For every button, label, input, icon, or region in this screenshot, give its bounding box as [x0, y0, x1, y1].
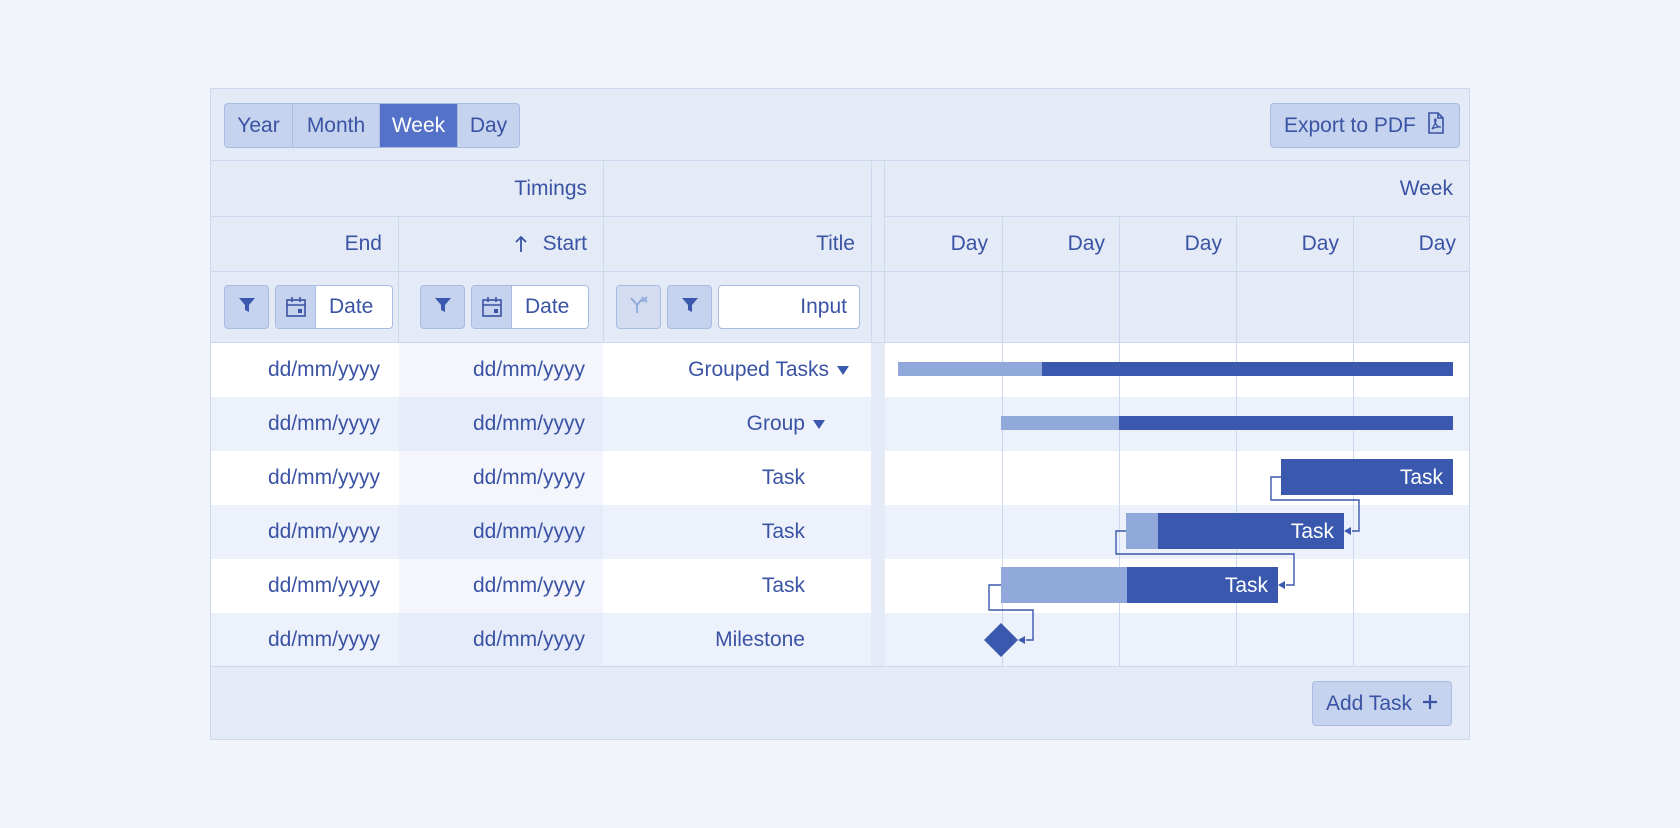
start-filter-button[interactable] — [420, 285, 465, 329]
start-date-cell[interactable]: dd/mm/yyyy — [398, 559, 603, 613]
splitter-segment — [871, 613, 885, 667]
splitter-segment — [871, 343, 885, 397]
day-header: Day — [1418, 231, 1456, 255]
summary-bar[interactable] — [1042, 362, 1453, 376]
start-date-filter[interactable]: Date — [471, 285, 589, 329]
filter-icon — [681, 296, 699, 319]
caret-down-icon[interactable] — [813, 419, 825, 429]
calendar-icon[interactable] — [472, 286, 512, 328]
day-header: Day — [1301, 231, 1339, 255]
task-bar-label: Task — [1291, 520, 1335, 543]
splitter-segment — [871, 559, 885, 613]
task-bar-label: Task — [1400, 466, 1444, 489]
start-column-label: Start — [542, 231, 587, 255]
milestone-marker[interactable] — [984, 623, 1018, 657]
start-date-cell[interactable]: dd/mm/yyyy — [398, 505, 603, 559]
export-pdf-label: Export to PDF — [1284, 113, 1416, 137]
link-arrow — [1018, 636, 1025, 644]
view-mode-switcher: Year Month Week Day — [224, 103, 520, 148]
title-text: Group — [746, 412, 805, 435]
title-filter-input[interactable]: Input — [718, 285, 860, 329]
end-date-cell[interactable]: dd/mm/yyyy — [211, 451, 398, 505]
start-date-placeholder: Date — [525, 295, 570, 318]
end-date-cell[interactable]: dd/mm/yyyy — [211, 613, 398, 667]
view-day-button[interactable]: Day — [458, 104, 519, 147]
task-bar-progress[interactable] — [1001, 567, 1127, 603]
view-week-button[interactable]: Week — [380, 104, 458, 147]
link-arrow — [1278, 581, 1285, 589]
title-text: Task — [761, 466, 805, 489]
title-cell[interactable]: Milestone — [603, 613, 871, 667]
toolbar: Year Month Week Day Export to PDF — [211, 89, 1469, 161]
link-arrow — [1344, 527, 1351, 535]
task-bar-progress[interactable] — [1126, 513, 1158, 549]
end-filter-button[interactable] — [224, 285, 269, 329]
title-column-header[interactable]: Title — [603, 216, 871, 271]
start-date-cell[interactable]: dd/mm/yyyy — [398, 451, 603, 505]
title-cell[interactable]: Group — [603, 397, 871, 451]
end-date-placeholder: Date — [329, 295, 374, 318]
view-month-button[interactable]: Month — [293, 104, 380, 147]
summary-bar-progress[interactable] — [898, 362, 1042, 376]
end-date-cell[interactable]: dd/mm/yyyy — [211, 343, 398, 397]
task-bar-label: Task — [1225, 574, 1269, 597]
end-date-cell[interactable]: dd/mm/yyyy — [211, 397, 398, 451]
view-year-button[interactable]: Year — [225, 104, 293, 147]
timings-group-header: Timings — [514, 176, 587, 200]
end-date-cell[interactable]: dd/mm/yyyy — [211, 559, 398, 613]
end-date-filter[interactable]: Date — [275, 285, 393, 329]
clear-filter-button[interactable] — [616, 285, 661, 329]
title-text: Milestone — [715, 628, 805, 651]
timeline-chart: Task Task Task — [898, 362, 1453, 657]
day-header: Day — [950, 231, 988, 255]
day-header: Day — [1184, 231, 1222, 255]
title-cell[interactable]: Task — [603, 505, 871, 559]
splitter-segment — [871, 505, 885, 559]
title-filter-button[interactable] — [667, 285, 712, 329]
title-text: Task — [761, 574, 805, 597]
start-column-header[interactable]: Start — [398, 216, 603, 271]
clear-filter-icon — [628, 294, 650, 321]
title-cell[interactable]: Task — [603, 451, 871, 505]
filter-icon — [238, 296, 256, 319]
pdf-icon — [1426, 111, 1446, 140]
group-bar-progress[interactable] — [1001, 416, 1119, 430]
caret-down-icon[interactable] — [837, 365, 849, 375]
group-bar[interactable] — [1119, 416, 1453, 430]
splitter-segment — [871, 397, 885, 451]
filter-icon — [434, 296, 452, 319]
gantt-chart: Year Month Week Day Export to PDF Timing… — [210, 88, 1470, 740]
export-pdf-button[interactable]: Export to PDF — [1270, 103, 1460, 148]
title-text: Task — [761, 520, 805, 543]
splitter-segment — [871, 451, 885, 505]
title-cell[interactable]: Task — [603, 559, 871, 613]
header-divider — [211, 271, 1469, 272]
end-date-cell[interactable]: dd/mm/yyyy — [211, 505, 398, 559]
end-column-header[interactable]: End — [211, 216, 398, 271]
plus-icon — [1422, 692, 1438, 716]
start-date-cell[interactable]: dd/mm/yyyy — [398, 343, 603, 397]
week-header: Week — [1399, 176, 1453, 200]
footer: Add Task — [211, 666, 1469, 739]
title-cell[interactable]: Grouped Tasks — [603, 343, 871, 397]
title-text: Grouped Tasks — [688, 358, 829, 381]
start-date-cell[interactable]: dd/mm/yyyy — [398, 613, 603, 667]
add-task-label: Add Task — [1326, 691, 1412, 715]
day-header: Day — [1067, 231, 1105, 255]
arrow-up-icon — [515, 235, 527, 253]
add-task-button[interactable]: Add Task — [1312, 681, 1452, 726]
start-date-cell[interactable]: dd/mm/yyyy — [398, 397, 603, 451]
calendar-icon[interactable] — [276, 286, 316, 328]
